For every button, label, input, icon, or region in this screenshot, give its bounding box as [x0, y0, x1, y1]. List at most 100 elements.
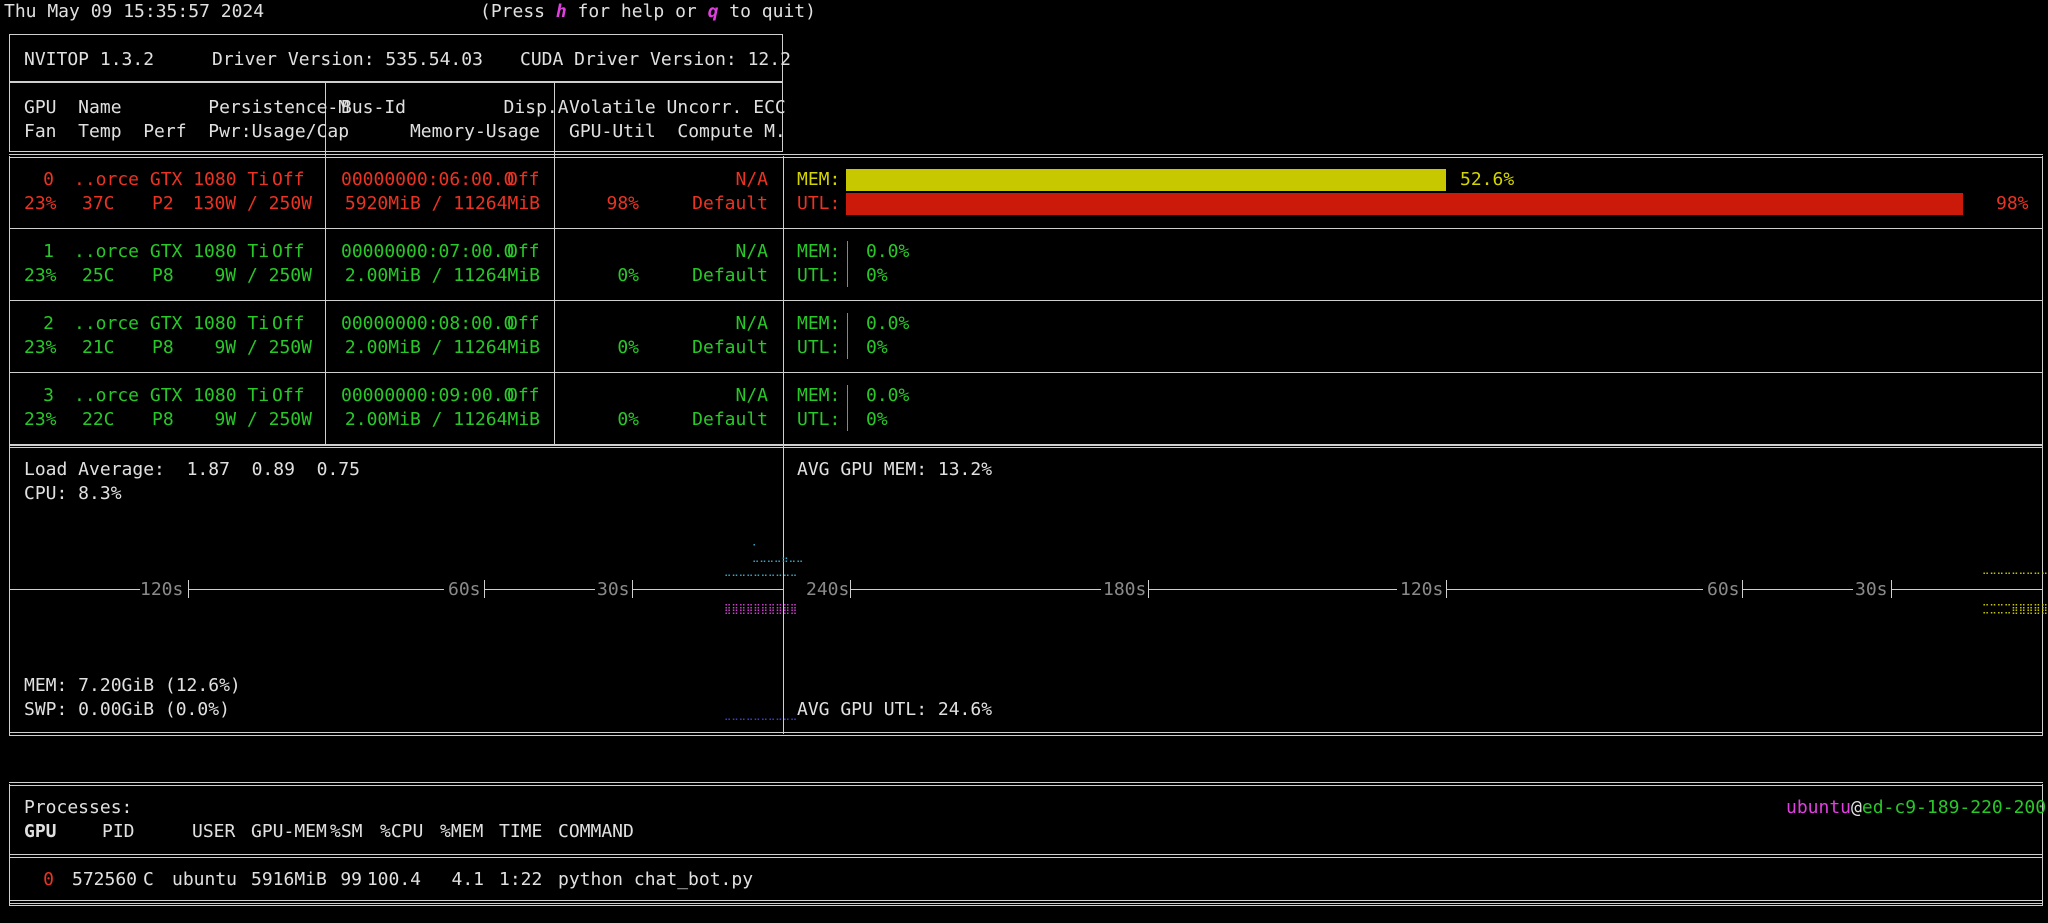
cpu-usage: CPU: 8.3%: [24, 483, 122, 504]
mem-percent: 0.0%: [866, 385, 910, 406]
gpu-util: 0%: [617, 265, 639, 286]
bar-axis: [847, 241, 848, 287]
history-bottom-border: [9, 732, 2043, 736]
mem-bar: [846, 169, 1446, 191]
gpu-compute-mode: Default: [692, 409, 768, 430]
col-header-user: USER: [192, 821, 236, 842]
gpu-fan: 23%: [24, 409, 57, 430]
time-tick-label: 30s: [597, 579, 630, 600]
time-axis-right-seg-1: [851, 589, 1101, 590]
mem-label: MEM:: [797, 241, 841, 262]
mem-label: MEM:: [797, 169, 841, 190]
mem-percent: 52.6%: [1460, 169, 1515, 190]
swap-history-graph: ⣀⣀⣀⣀⣀⣀⣀⣀⣀⣀: [724, 710, 798, 721]
gpu-bus-id: 00000000:09:00.0: [341, 385, 515, 406]
time-tick-label: 120s: [140, 579, 184, 600]
col-header-gpu-mem: GPU-MEM: [251, 821, 327, 842]
gpu-name: ..orce GTX 1080 Ti: [74, 385, 270, 406]
time-axis-right-seg-3: [1447, 589, 1703, 590]
gpu-compute-mode: Default: [692, 337, 768, 358]
gpu-memory: 5920MiB / 11264MiB: [344, 193, 540, 214]
gpu-fan: 23%: [24, 193, 57, 214]
driver-version: Driver Version: 535.54.03: [212, 49, 483, 70]
gpu-compute-mode: Default: [692, 193, 768, 214]
process-user: ubuntu: [172, 869, 238, 890]
bar-axis: [847, 385, 848, 431]
mem-percent: 0.0%: [866, 241, 910, 262]
gpu-name: ..orce GTX 1080 Ti: [74, 313, 270, 334]
time-axis-left-seg-4: [633, 589, 783, 590]
utl-percent: 0%: [866, 409, 888, 430]
process-gpu-mem: 5916MiB: [251, 869, 327, 890]
gpu-row-separator-3: [9, 372, 2043, 373]
gpu-perf: P8: [152, 409, 174, 430]
process-time: 1:22: [499, 869, 543, 890]
gpu-persistence: Off: [272, 241, 305, 262]
col-header-cpu: %CPU: [380, 821, 424, 842]
avg-gpu-utl: AVG GPU UTL: 24.6%: [797, 699, 993, 720]
gpu-utl-history-graph: ⠉⠉⠉⠉⣿⣿⣿⣿⣿⣿ ⠉⠉⠉⠉: [1982, 604, 2048, 623]
gpu-ecc: N/A: [735, 169, 768, 190]
gpu-perf: P8: [152, 265, 174, 286]
user-host: ubuntu@ed-c9-189-220-200: [1786, 797, 2047, 818]
gpu-power: 9W / 250W: [214, 409, 312, 430]
gpu-compute-mode: Default: [692, 265, 768, 286]
gpu-perf: P8: [152, 337, 174, 358]
process-pid: 572560: [72, 869, 138, 890]
cpu-history-graph: ⠁ ⣀⣀⣀⣀⣤⣀⣀: [752, 544, 804, 563]
utl-label: UTL:: [797, 193, 841, 214]
utl-label: UTL:: [797, 337, 841, 358]
col-header-pid: PID: [102, 821, 135, 842]
process-type: C: [143, 869, 154, 890]
nvitop-version: NVITOP 1.3.2: [24, 49, 155, 70]
host-name: ed-c9-189-220-200: [1861, 797, 2047, 818]
gpu-util: 98%: [606, 193, 639, 214]
gpu-bus-id: 00000000:08:00.0: [341, 313, 515, 334]
help-key[interactable]: h: [556, 1, 567, 22]
col-header-gpu: GPU: [24, 821, 57, 842]
history-divider: [783, 446, 784, 734]
process-command: python chat_bot.py: [558, 869, 754, 890]
gpu-util: 0%: [617, 409, 639, 430]
gpu-ecc: N/A: [735, 313, 768, 334]
processes-title: Processes:: [24, 797, 133, 818]
host-swap: SWP: 0.00GiB (0.0%): [24, 699, 230, 720]
gpu-temp: 37C: [82, 193, 115, 214]
gpu-ecc: N/A: [735, 241, 768, 262]
process-sm: 99: [340, 869, 362, 890]
gpu-ecc: N/A: [735, 385, 768, 406]
gpu-persistence: Off: [272, 313, 305, 334]
process-gpu: 0: [43, 869, 54, 890]
load-average: Load Average: 1.87 0.89 0.75: [24, 459, 360, 480]
quit-key[interactable]: q: [708, 1, 719, 22]
col-header-sm: %SM: [330, 821, 363, 842]
mem-label: MEM:: [797, 385, 841, 406]
gpu-temp: 21C: [82, 337, 115, 358]
gpu-persistence: Off: [272, 385, 305, 406]
gpu-disp: Off: [507, 313, 540, 334]
cpu-history-graph-base: ⣀⣀⣀⣀⣀⣀⣀⣀⣀⣀: [724, 566, 798, 577]
gpu-bus-id: 00000000:07:00.0: [341, 241, 515, 262]
gpu-index: 3: [43, 385, 54, 406]
gpu-mem-history-graph: ⣀⣀⣀⣀⣀⣀⣀⣀⣀⣀: [1982, 564, 2048, 575]
time-axis-right-seg-5: [1892, 589, 2042, 590]
gpu-perf: P2: [152, 193, 174, 214]
utl-percent: 0%: [866, 265, 888, 286]
processes-header-separator: [9, 854, 2043, 858]
time-tick-label: 60s: [1707, 579, 1740, 600]
gpu-disp: Off: [507, 241, 540, 262]
user-name: ubuntu: [1786, 797, 1852, 818]
utl-label: UTL:: [797, 409, 841, 430]
gpu-disp: Off: [507, 169, 540, 190]
column-header-bus-id: Bus-Id Disp.A: [341, 97, 569, 118]
time-tick-label: 60s: [448, 579, 481, 600]
host-memory: MEM: 7.20GiB (12.6%): [24, 675, 241, 696]
col-header-time: TIME: [499, 821, 543, 842]
datetime: Thu May 09 15:35:57 2024: [4, 1, 265, 22]
gpu-fan: 23%: [24, 337, 57, 358]
gpu-power: 9W / 250W: [214, 265, 312, 286]
utl-bar: [846, 193, 1963, 215]
avg-gpu-mem: AVG GPU MEM: 13.2%: [797, 459, 993, 480]
gpu-row-separator-1: [9, 228, 2043, 229]
time-tick-label: 30s: [1855, 579, 1888, 600]
